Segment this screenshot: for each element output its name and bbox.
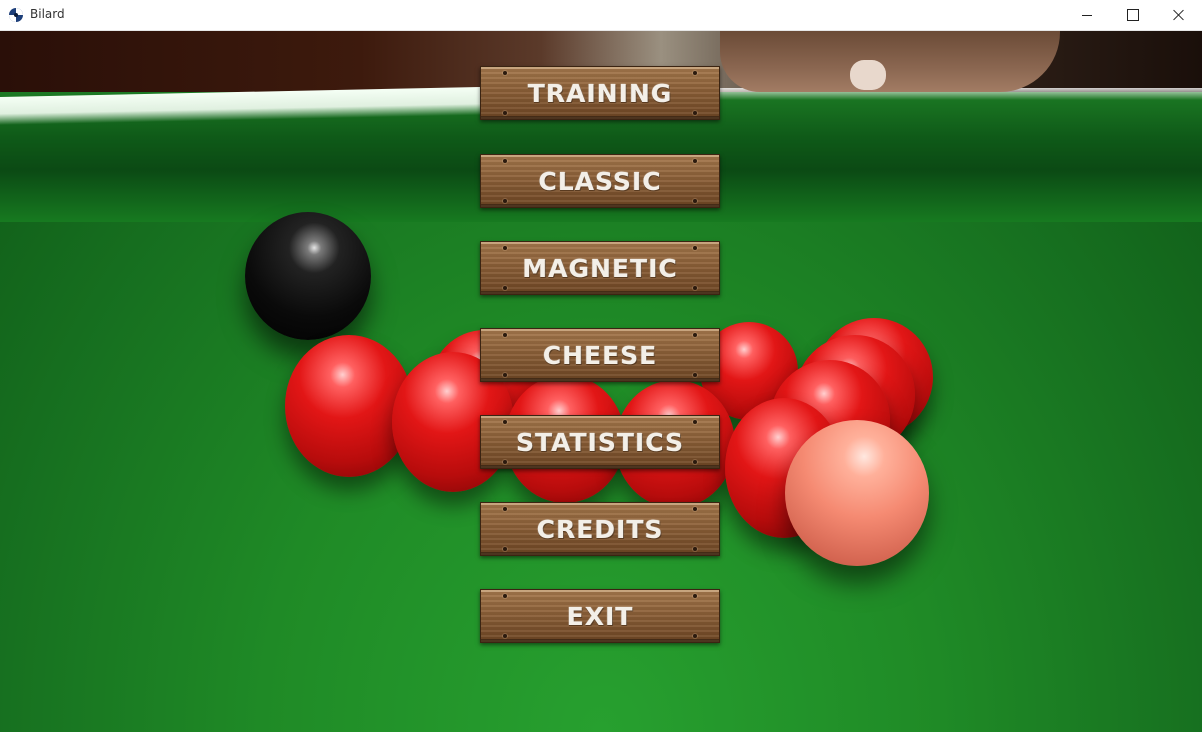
nail-icon [693,420,697,424]
classic-button[interactable]: CLASSIC [480,154,720,208]
nail-icon [503,199,507,203]
nail-icon [503,460,507,464]
nail-icon [503,547,507,551]
nail-icon [503,286,507,290]
app-icon [9,8,23,22]
nail-icon [503,373,507,377]
nail-icon [693,111,697,115]
nail-icon [503,111,507,115]
nail-icon [503,594,507,598]
nail-icon [693,547,697,551]
title-bar[interactable]: Bilard [0,0,1202,31]
minimize-icon [1082,14,1092,16]
nail-icon [693,286,697,290]
cheese-label: CHEESE [542,340,658,370]
maximize-icon [1127,9,1139,21]
training-label: TRAINING [527,78,673,108]
credits-button[interactable]: CREDITS [480,502,720,556]
magnetic-button[interactable]: MAGNETIC [480,241,720,295]
close-icon [1173,9,1185,21]
statistics-label: STATISTICS [515,427,685,457]
classic-label: CLASSIC [538,166,662,196]
game-scene: TRAINING CLASSIC MAGNETIC CHEESE STATIST… [0,30,1202,732]
nail-icon [693,159,697,163]
pink-ball [785,420,929,566]
nail-icon [693,333,697,337]
training-button[interactable]: TRAINING [480,66,720,120]
game-window: Bilard TRAINING CLASSIC MAGNETIC CHEESE … [0,0,1202,732]
exit-label: EXIT [566,601,634,631]
credits-label: CREDITS [536,514,664,544]
player-hand [720,30,1060,92]
nail-icon [503,634,507,638]
player-fingernail [850,60,886,90]
nail-icon [693,199,697,203]
cheese-button[interactable]: CHEESE [480,328,720,382]
nail-icon [503,159,507,163]
minimize-button[interactable] [1064,0,1110,30]
nail-icon [503,246,507,250]
nail-icon [693,373,697,377]
nail-icon [503,420,507,424]
nail-icon [693,246,697,250]
window-title: Bilard [30,7,65,21]
nail-icon [503,507,507,511]
nail-icon [693,634,697,638]
statistics-button[interactable]: STATISTICS [480,415,720,469]
nail-icon [693,71,697,75]
exit-button[interactable]: EXIT [480,589,720,643]
maximize-button[interactable] [1110,0,1156,30]
nail-icon [693,507,697,511]
nail-icon [503,333,507,337]
nail-icon [693,460,697,464]
nail-icon [693,594,697,598]
black-ball [245,212,371,340]
close-button[interactable] [1156,0,1202,30]
magnetic-label: MAGNETIC [522,253,678,283]
nail-icon [503,71,507,75]
